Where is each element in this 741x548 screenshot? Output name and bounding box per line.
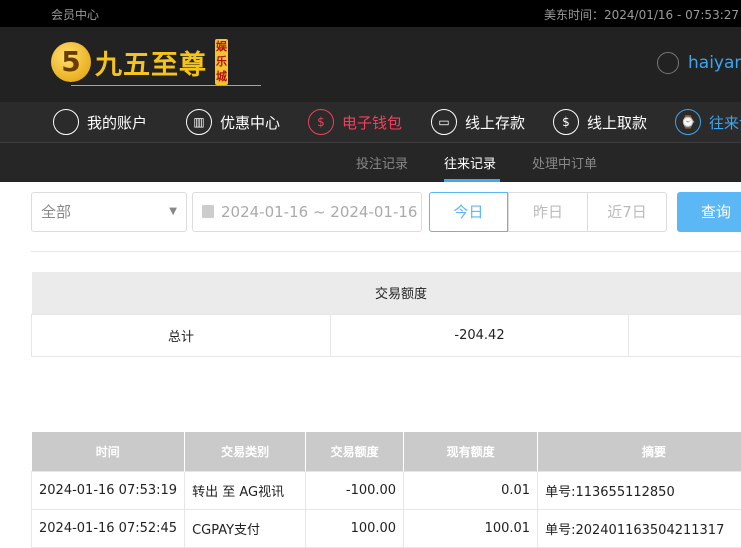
quick-range-group: 今日 昨日 近7日 — [429, 192, 667, 232]
nav-label: 线上存款 — [465, 112, 525, 133]
user-icon — [657, 52, 679, 74]
cell-amount: 100.00 — [306, 509, 404, 547]
cell-time: 2024-01-16 07:53:19 — [32, 471, 185, 509]
cell-summary: 单号:202401163504211317 — [538, 509, 741, 547]
nav-label: 电子钱包 — [342, 112, 402, 133]
tab-bet-records[interactable]: 投注记录 — [356, 153, 408, 172]
table-row: 2024-01-16 07:53:19 转出 至 AG视讯 -100.00 0.… — [32, 471, 741, 509]
tab-transaction-records[interactable]: 往来记录 — [444, 153, 496, 172]
calendar-icon — [202, 205, 214, 218]
nav-label: 线上取款 — [587, 112, 647, 133]
query-button[interactable]: 查询 — [677, 192, 741, 232]
nav-deposit[interactable]: ▭ 线上存款 — [431, 109, 525, 135]
date-range-value: 2024-01-16 ~ 2024-01-16 — [221, 203, 417, 221]
cell-type: CGPAY支付 — [185, 509, 306, 547]
cell-amount: -100.00 — [306, 471, 404, 509]
logo-badge: 娱乐城 — [215, 39, 228, 85]
wallet-icon: $ — [308, 109, 334, 135]
header: 5 九五至尊 娱乐城 haiyan — [0, 27, 741, 102]
cell-type: 转出 至 AG视讯 — [185, 471, 306, 509]
sub-nav: 投注记录 往来记录 处理中订单 — [0, 143, 741, 182]
main-nav: 我的账户 ▥ 优惠中心 $ 电子钱包 ▭ 线上存款 $ 线上取款 ⌚ 往来记录 — [0, 102, 741, 143]
nav-e-wallet[interactable]: $ 电子钱包 — [308, 109, 402, 135]
col-amount: 交易额度 — [306, 432, 404, 471]
cell-balance: 0.01 — [404, 471, 538, 509]
nav-promotions[interactable]: ▥ 优惠中心 — [186, 109, 280, 135]
user-icon — [53, 109, 79, 135]
nav-withdraw[interactable]: $ 线上取款 — [553, 109, 647, 135]
summary-empty — [629, 314, 741, 356]
table-row: 2024-01-16 07:52:45 CGPAY支付 100.00 100.0… — [32, 509, 741, 547]
type-select[interactable]: 全部 ▼ — [31, 192, 187, 232]
summary-amount: -204.42 — [331, 314, 629, 356]
gift-icon: ▥ — [186, 109, 212, 135]
chevron-down-icon: ▼ — [169, 193, 177, 231]
col-type: 交易类别 — [185, 432, 306, 471]
date-range-input[interactable]: 2024-01-16 ~ 2024-01-16 — [192, 192, 422, 232]
summary-header: 交易额度 — [32, 272, 741, 314]
withdraw-icon: $ — [553, 109, 579, 135]
logo-ornament — [71, 85, 261, 86]
member-center-link[interactable]: 会员中心 — [51, 6, 99, 23]
active-tab-indicator — [444, 179, 500, 182]
logo-text: 九五至尊 — [95, 43, 207, 82]
cell-balance: 100.01 — [404, 509, 538, 547]
tab-pending-orders[interactable]: 处理中订单 — [532, 153, 597, 172]
last-7-days-button[interactable]: 近7日 — [587, 193, 666, 231]
records-table: 时间 交易类别 交易额度 现有额度 摘要 2024-01-16 07:53:19… — [31, 432, 741, 548]
nav-label: 优惠中心 — [220, 112, 280, 133]
nav-records[interactable]: ⌚ 往来记录 — [675, 109, 741, 135]
cell-summary: 单号:113655112850 — [538, 471, 741, 509]
nav-label: 往来记录 — [709, 112, 741, 133]
username[interactable]: haiyan — [688, 53, 741, 73]
col-balance: 现有额度 — [404, 432, 538, 471]
cell-time: 2024-01-16 07:52:45 — [32, 509, 185, 547]
logo-icon: 5 — [51, 42, 91, 82]
user-menu[interactable]: haiyan — [657, 52, 741, 74]
deposit-icon: ▭ — [431, 109, 457, 135]
col-time: 时间 — [32, 432, 185, 471]
today-button[interactable]: 今日 — [429, 192, 508, 232]
eastern-time: 美东时间：2024/01/16 - 07:53:27 — [544, 6, 739, 23]
col-summary: 摘要 — [538, 432, 741, 471]
summary-table: 交易额度 总计-204.42 — [31, 272, 741, 357]
records-icon: ⌚ — [675, 109, 701, 135]
nav-my-account[interactable]: 我的账户 — [53, 109, 147, 135]
nav-label: 我的账户 — [87, 112, 147, 133]
logo[interactable]: 5 九五至尊 娱乐城 — [51, 39, 228, 85]
summary-label: 总计 — [32, 314, 331, 356]
type-select-value: 全部 — [41, 203, 71, 221]
yesterday-button[interactable]: 昨日 — [508, 193, 587, 231]
divider — [31, 251, 741, 252]
top-bar: 会员中心 美东时间：2024/01/16 - 07:53:27 — [0, 0, 741, 27]
